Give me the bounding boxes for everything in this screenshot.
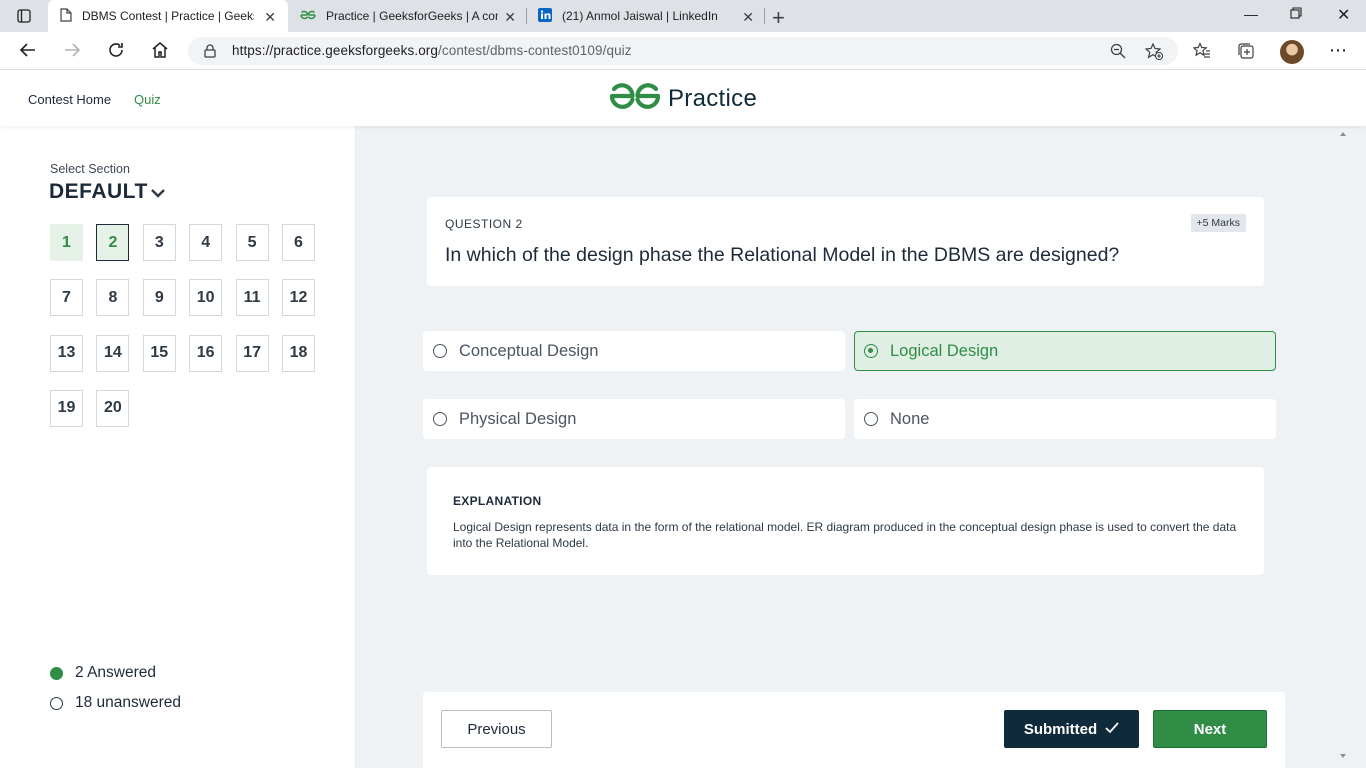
nav-quiz[interactable]: Quiz: [134, 92, 161, 107]
gfg-logo-icon: [609, 82, 661, 115]
question-number-button[interactable]: 19: [50, 389, 83, 427]
minimize-icon[interactable]: —: [1244, 6, 1258, 22]
lock-icon[interactable]: [204, 44, 216, 63]
select-section-label: Select Section: [50, 162, 130, 176]
question-number-button[interactable]: 4: [189, 224, 223, 261]
home-icon[interactable]: [150, 41, 170, 61]
tab-close-icon[interactable]: ✕: [742, 9, 754, 26]
answer-option-label: Physical Design: [459, 409, 577, 428]
previous-button[interactable]: Previous: [441, 710, 552, 748]
question-number-button[interactable]: 1: [50, 224, 83, 261]
question-number-button[interactable]: 6: [282, 224, 315, 261]
unanswered-dot-icon: [50, 696, 63, 710]
browser-tabstrip: DBMS Contest | Practice | GeeksforGeeks …: [0, 0, 1366, 32]
question-number-button[interactable]: 5: [235, 224, 269, 261]
zoom-out-icon[interactable]: [1110, 43, 1126, 64]
new-tab-icon[interactable]: +: [772, 5, 785, 31]
back-arrow-icon[interactable]: [18, 41, 38, 61]
answer-option[interactable]: Physical Design: [423, 399, 845, 439]
question-number-button[interactable]: 12: [282, 279, 315, 317]
explanation-body: Logical Design represents data in the fo…: [453, 520, 1237, 550]
radio-icon[interactable]: [433, 412, 447, 426]
collections-icon[interactable]: [1237, 42, 1255, 65]
profile-avatar[interactable]: [1280, 40, 1304, 64]
linkedin-icon: [538, 7, 552, 25]
question-number-button[interactable]: 16: [189, 334, 223, 372]
section-dropdown[interactable]: DEFAULT: [49, 180, 148, 204]
question-sidebar: Select Section DEFAULT 1 2 3 4 5 6 7 8 9 10 11 12 13…: [0, 126, 356, 768]
unanswered-legend: 18 unanswered: [50, 694, 181, 712]
close-window-icon[interactable]: ✕: [1337, 5, 1350, 25]
answered-legend: 2 Answered: [50, 664, 156, 682]
url-path: /contest/dbms-contest0109/quiz: [438, 43, 632, 58]
browser-tab-active[interactable]: DBMS Contest | Practice | GeeksforGeeks …: [48, 0, 288, 32]
explanation-card: EXPLANATION Logical Design represents da…: [427, 467, 1264, 575]
tab-actions-icon[interactable]: [12, 6, 36, 26]
page-icon: [60, 7, 72, 25]
submitted-button[interactable]: Submitted: [1004, 710, 1139, 748]
question-number-button[interactable]: 14: [96, 334, 130, 372]
check-icon: [1105, 721, 1119, 738]
answered-count: 2 Answered: [75, 664, 156, 681]
page-scrollbar[interactable]: [1336, 126, 1350, 768]
question-number-button[interactable]: 9: [142, 279, 176, 317]
favorites-icon[interactable]: [1192, 42, 1211, 65]
unanswered-count: 18 unanswered: [75, 694, 181, 711]
question-number-button[interactable]: 13: [50, 334, 83, 372]
question-card: QUESTION 2 +5 Marks In which of the desi…: [427, 197, 1264, 286]
nav-contest-home[interactable]: Contest Home: [28, 92, 111, 107]
answer-option[interactable]: None: [854, 399, 1276, 439]
answer-option-label: Logical Design: [890, 341, 999, 360]
answer-option-label: Conceptual Design: [459, 341, 599, 360]
more-menu-icon[interactable]: ⋯: [1329, 40, 1347, 61]
answer-option[interactable]: Logical Design: [854, 331, 1276, 371]
question-number-button[interactable]: 18: [282, 334, 315, 372]
tab-separator: [764, 8, 765, 24]
radio-icon[interactable]: [864, 412, 878, 426]
forward-arrow-icon[interactable]: [62, 41, 82, 61]
question-number-button[interactable]: 15: [142, 334, 176, 372]
brand-logo[interactable]: Practice: [609, 82, 757, 115]
browser-toolbar: https://practice.geeksforgeeks.org/conte…: [0, 32, 1366, 70]
question-number-button[interactable]: 17: [235, 334, 269, 372]
radio-icon[interactable]: [864, 344, 878, 358]
answer-option-label: None: [890, 409, 930, 428]
address-bar[interactable]: https://practice.geeksforgeeks.org/conte…: [188, 37, 1178, 65]
question-number-button[interactable]: 8: [96, 279, 130, 317]
marks-badge: +5 Marks: [1190, 214, 1246, 232]
add-favorite-icon[interactable]: [1144, 42, 1164, 65]
question-number-button[interactable]: 7: [50, 279, 83, 317]
tab-title: DBMS Contest | Practice | GeeksforGeeks: [82, 9, 254, 23]
browser-tab[interactable]: Practice | GeeksforGeeks | A computer sc…: [288, 0, 528, 32]
question-number-button[interactable]: 10: [189, 279, 223, 317]
tab-title: (21) Anmol Jaiswal | LinkedIn: [562, 9, 718, 23]
question-text: In which of the design phase the Relatio…: [445, 244, 1120, 266]
chevron-down-icon[interactable]: [150, 186, 166, 204]
question-number-button[interactable]: 11: [235, 279, 269, 317]
refresh-icon[interactable]: [106, 41, 126, 61]
question-number-button[interactable]: 20: [96, 389, 130, 427]
answer-option[interactable]: Conceptual Design: [423, 331, 845, 371]
next-button[interactable]: Next: [1153, 710, 1267, 748]
quiz-main: QUESTION 2 +5 Marks In which of the desi…: [356, 126, 1366, 768]
answered-dot-icon: [50, 666, 63, 680]
browser-tab[interactable]: (21) Anmol Jaiswal | LinkedIn ✕: [526, 0, 766, 32]
url-text[interactable]: https://practice.geeksforgeeks.org/conte…: [232, 43, 632, 58]
explanation-title: EXPLANATION: [453, 494, 542, 508]
radio-icon[interactable]: [433, 344, 447, 358]
question-number-button[interactable]: 3: [142, 224, 176, 261]
tab-close-icon[interactable]: ✕: [504, 9, 516, 26]
question-number-button[interactable]: 2: [96, 224, 130, 261]
quiz-footer: Previous Submitted Next: [423, 692, 1285, 768]
gfg-icon: [300, 9, 316, 23]
question-number: QUESTION 2: [445, 217, 523, 231]
restore-icon[interactable]: [1290, 6, 1302, 22]
site-header: Contest Home Quiz Practice: [0, 70, 1366, 126]
tab-close-icon[interactable]: ✕: [264, 9, 276, 26]
brand-text: Practice: [668, 84, 758, 112]
tab-title: Practice | GeeksforGeeks | A computer sc…: [326, 9, 498, 23]
url-host: https://practice.geeksforgeeks.org: [232, 43, 439, 58]
submitted-label: Submitted: [1023, 720, 1098, 738]
